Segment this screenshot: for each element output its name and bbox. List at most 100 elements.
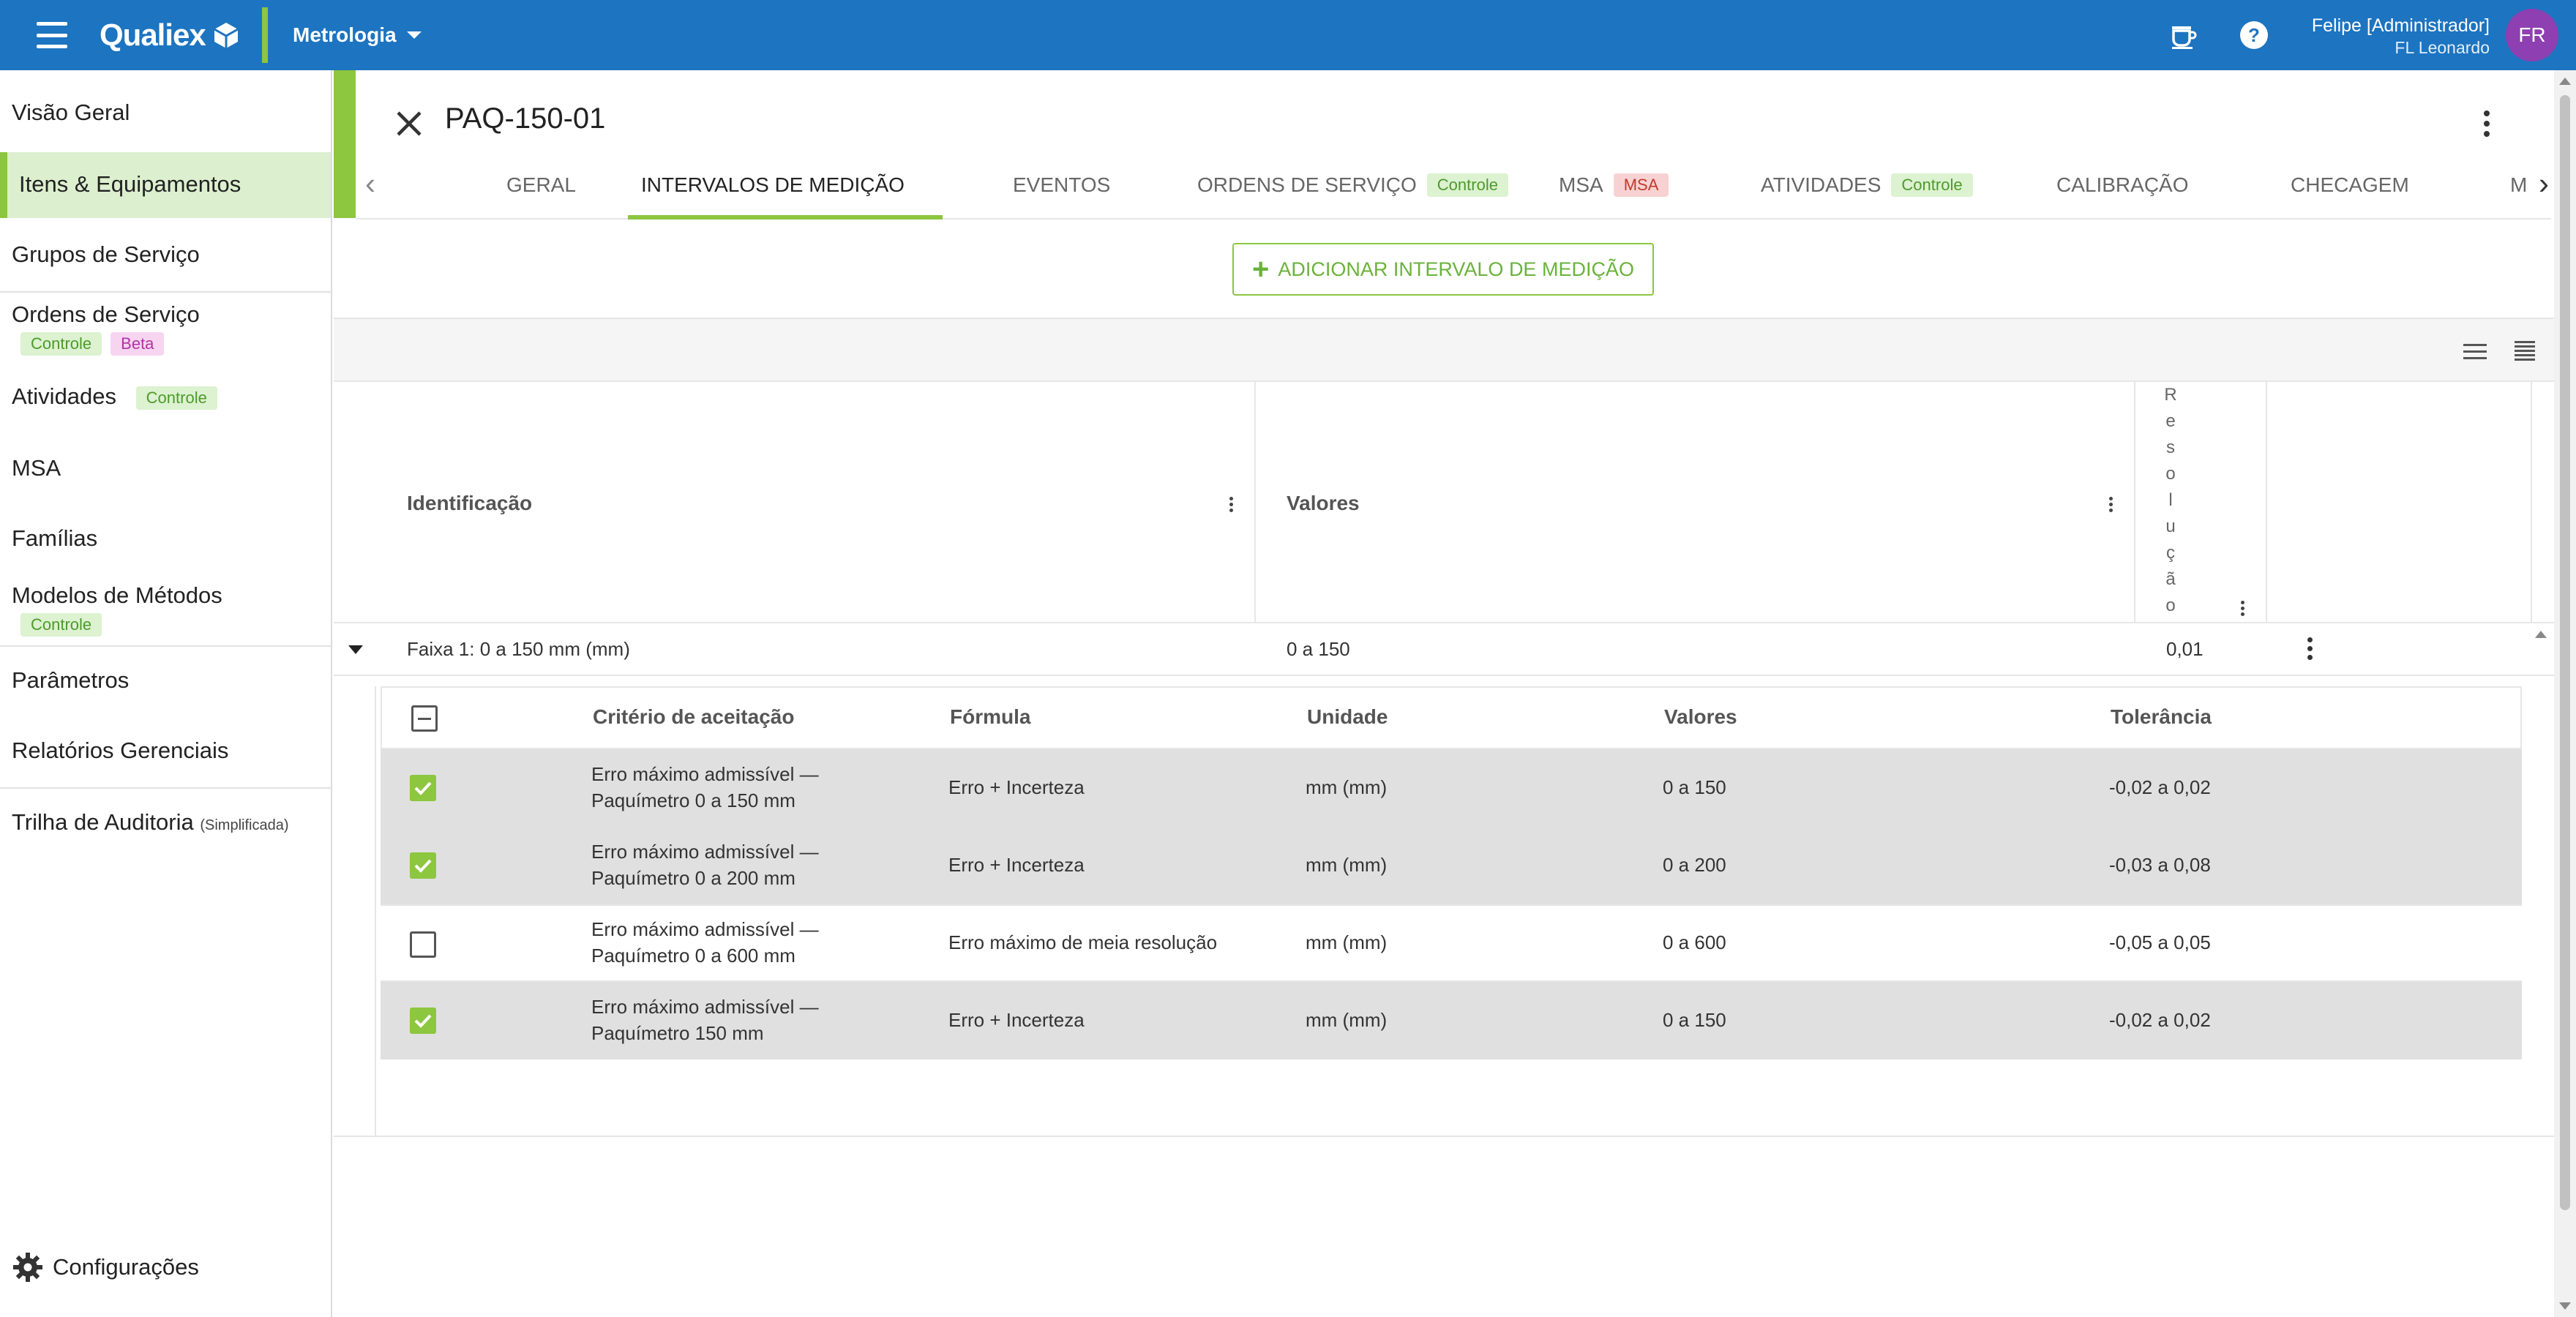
column-divider — [2266, 382, 2267, 623]
column-header-valores[interactable]: Valores — [1287, 492, 1360, 515]
sidebar-item-label: Visão Geral — [12, 100, 130, 125]
detail-panel: PAQ-150-01 ‹ GERAL INTERVALOS DE MEDIÇÃO… — [334, 70, 2576, 1317]
help-icon[interactable]: ? — [2236, 18, 2272, 53]
sidebar-item-label: Parâmetros — [12, 667, 130, 693]
scroll-up-arrow[interactable] — [2559, 78, 2571, 85]
sidebar-item-ordens-servico[interactable]: Ordens de Serviço Controle Beta — [0, 301, 331, 356]
user-info[interactable]: Felipe [Administrador] FL Leonardo — [2312, 15, 2490, 59]
sidebar-item-msa[interactable]: MSA — [0, 455, 331, 481]
sidebar-item-familias[interactable]: Famílias — [0, 525, 331, 552]
scroll-down-arrow[interactable] — [2559, 1302, 2571, 1310]
sidebar-item-trilha-auditoria[interactable]: Trilha de Auditoria (Simplificada) — [0, 809, 331, 836]
tab-label: CALIBRAÇÃO — [2056, 173, 2189, 196]
column-header-tolerancia[interactable]: Tolerância — [2111, 705, 2212, 729]
tab-eventos[interactable]: EVENTOS — [1013, 152, 1110, 218]
column-header-unidade[interactable]: Unidade — [1307, 705, 1388, 729]
more-options-icon[interactable] — [2474, 107, 2500, 140]
column-header-criterio[interactable]: Critério de aceitação — [593, 705, 794, 729]
sidebar-item-suffix: (Simplificada) — [200, 817, 289, 833]
tab-msa[interactable]: MSA MSA — [1559, 152, 1669, 218]
table-row[interactable]: Erro máximo admissível — Paquímetro 0 a 2… — [381, 827, 2522, 904]
criterio-line2: Paquímetro 0 a 150 mm — [591, 789, 795, 811]
sidebar-item-atividades[interactable]: Atividades Controle — [0, 383, 331, 410]
module-divider — [262, 7, 268, 63]
column-header-identificacao[interactable]: Identificação — [407, 492, 532, 515]
sidebar-item-label: Ordens de Serviço — [12, 301, 200, 327]
tab-ordens-servico[interactable]: ORDENS DE SERVIÇO Controle — [1197, 152, 1508, 218]
header-letter: ç — [2166, 543, 2175, 563]
badge-controle: Controle — [20, 613, 102, 637]
tab-label: CHECAGEM — [2291, 173, 2409, 196]
sidebar-item-itens-equipamentos[interactable]: Itens & Equipamentos — [0, 152, 331, 218]
gear-icon — [13, 1253, 42, 1282]
cell-formula: Erro + Incerteza — [948, 854, 1085, 876]
tab-geral[interactable]: GERAL — [506, 152, 576, 218]
sub-table-header: Critério de aceitação Fórmula Unidade Va… — [381, 686, 2522, 749]
sidebar-item-configuracoes[interactable]: Configurações — [12, 1251, 199, 1283]
table-row[interactable]: Erro máximo admissível — Paquímetro 0 a 1… — [381, 749, 2522, 827]
tab-bar: ‹ GERAL INTERVALOS DE MEDIÇÃO EVENTOS OR… — [356, 152, 2551, 220]
column-header-resolucao[interactable]: Resolução — [2160, 382, 2181, 619]
column-header-valores[interactable]: Valores — [1664, 705, 1737, 729]
column-header-formula[interactable]: Fórmula — [950, 705, 1030, 729]
tab-atividades[interactable]: ATIVIDADES Controle — [1761, 152, 1973, 218]
tab-intervalos-medicao[interactable]: INTERVALOS DE MEDIÇÃO — [641, 152, 905, 218]
column-menu-icon[interactable] — [2236, 597, 2248, 619]
table-row[interactable]: Erro máximo admissível — Paquímetro 150 m… — [381, 982, 2522, 1059]
header-letter: o — [2165, 464, 2176, 484]
cell-valores: 0 a 150 — [1663, 776, 1726, 798]
column-menu-icon[interactable] — [1225, 493, 1237, 515]
sidebar-item-grupos-servico[interactable]: Grupos de Serviço — [0, 241, 331, 268]
module-label: Metrologia — [293, 23, 397, 46]
cell-formula: Erro máximo de meia resolução — [948, 931, 1218, 953]
cell-tolerancia: -0,03 a 0,08 — [2109, 854, 2211, 876]
view-compact-icon[interactable] — [2510, 338, 2539, 364]
cell-unidade: mm (mm) — [1306, 1009, 1388, 1031]
select-all-checkbox[interactable] — [411, 705, 438, 732]
sidebar-item-modelos-metodos[interactable]: Modelos de Métodos Controle — [0, 582, 331, 637]
chevron-left-icon[interactable]: ‹ — [356, 165, 385, 202]
table-header: Identificação Valores Resolução — [334, 382, 2558, 623]
panel-accent — [334, 70, 356, 218]
sidebar-item-visao-geral[interactable]: Visão Geral — [0, 100, 331, 126]
row-checkbox[interactable] — [410, 775, 436, 801]
add-interval-button[interactable]: + ADICIONAR INTERVALO DE MEDIÇÃO — [1232, 243, 1654, 296]
tab-label: GERAL — [506, 173, 576, 196]
row-checkbox[interactable] — [410, 931, 436, 958]
header-letter: R — [2164, 385, 2177, 405]
sidebar-item-relatorios-gerenciais[interactable]: Relatórios Gerenciais — [0, 738, 331, 764]
tab-label: EVENTOS — [1013, 173, 1111, 196]
caret-down-icon[interactable] — [348, 645, 363, 654]
badge-msa: MSA — [1613, 173, 1669, 197]
table-row[interactable]: Faixa 1: 0 a 150 mm (mm) 0 a 150 0,01 — [334, 623, 2558, 676]
view-list-icon[interactable] — [2460, 338, 2490, 364]
table-scroll-up-icon[interactable] — [2535, 631, 2547, 638]
active-tab-indicator — [628, 215, 943, 220]
tab-checagem[interactable]: CHECAGEM — [2291, 152, 2409, 218]
page-scrollbar[interactable] — [2554, 70, 2576, 1317]
column-divider — [1254, 382, 1256, 623]
sidebar: Visão Geral Itens & Equipamentos Grupos … — [0, 70, 332, 1317]
coffee-cup-icon[interactable] — [2165, 18, 2200, 53]
config-label: Configurações — [53, 1254, 199, 1280]
app-logo[interactable]: Qualiex — [100, 16, 241, 54]
svg-text:?: ? — [2248, 24, 2260, 46]
tab-calibracao[interactable]: CALIBRAÇÃO — [2056, 152, 2189, 218]
avatar[interactable]: FR — [2506, 9, 2558, 61]
plus-icon: + — [1252, 253, 1270, 285]
cell-unidade: mm (mm) — [1306, 931, 1388, 953]
row-options-icon[interactable] — [2302, 635, 2317, 661]
sidebar-item-parametros[interactable]: Parâmetros — [0, 667, 331, 694]
header-letter: l — [2168, 490, 2173, 510]
menu-icon[interactable] — [37, 22, 67, 48]
module-selector[interactable]: Metrologia — [293, 19, 422, 51]
row-checkbox[interactable] — [410, 852, 436, 879]
scroll-thumb[interactable] — [2560, 95, 2570, 1210]
row-checkbox[interactable] — [410, 1008, 436, 1034]
close-icon[interactable] — [392, 107, 426, 140]
logo-cube-icon — [214, 23, 239, 48]
tab-label: MSA — [1559, 173, 1603, 196]
table-row[interactable]: Erro máximo admissível — Paquímetro 0 a 6… — [381, 904, 2522, 982]
column-menu-icon[interactable] — [2105, 493, 2116, 515]
column-divider — [2134, 382, 2135, 623]
